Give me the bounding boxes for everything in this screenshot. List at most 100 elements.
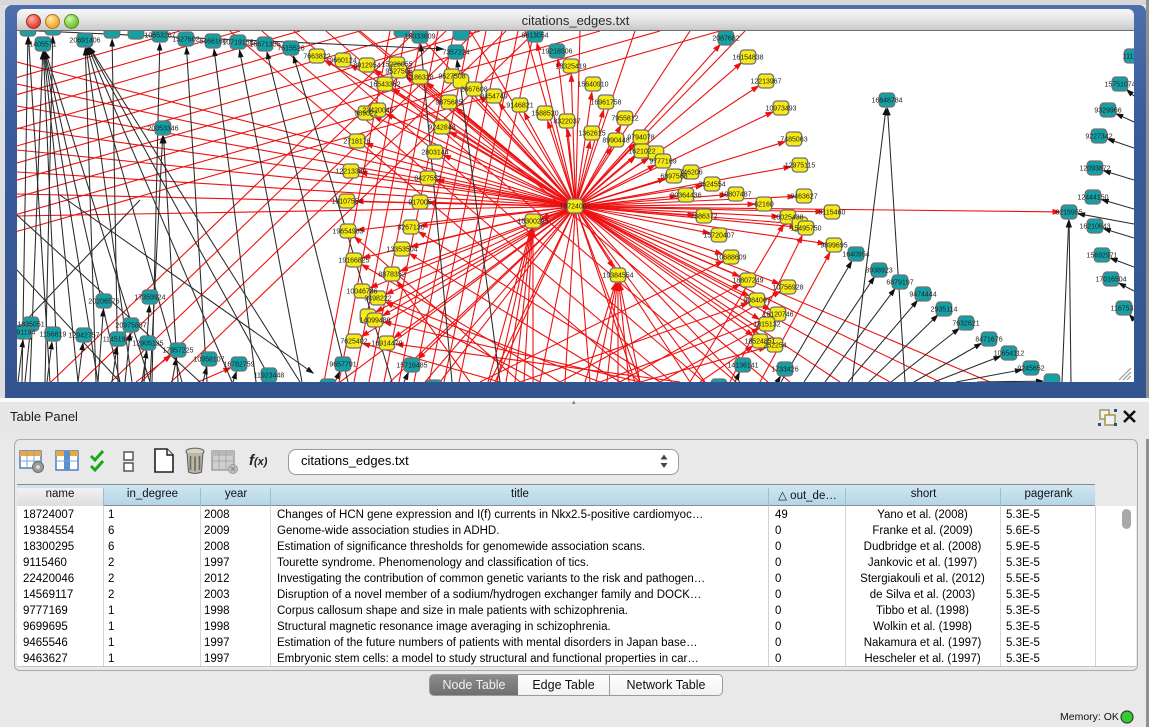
svg-text:2867608: 2867608 [460,87,487,94]
svg-text:1621022: 1621022 [628,149,655,156]
svg-text:7955812: 7955812 [611,116,638,123]
svg-text:16671355: 16671355 [249,42,280,49]
svg-text:1405571: 1405571 [29,42,56,49]
svg-text:15720407: 15720407 [703,233,734,240]
svg-text:6879197: 6879197 [886,280,913,287]
svg-text:10973493: 10973493 [765,106,796,113]
svg-text:14136141: 14136141 [727,363,758,370]
svg-text:7625402: 7625402 [340,339,367,346]
svg-text:9777169: 9777169 [649,159,676,166]
svg-text:16961758: 16961758 [590,100,621,107]
svg-text:18724007: 18724007 [559,204,590,211]
svg-text:9146821: 9146821 [506,103,533,110]
svg-text:1362615: 1362615 [578,131,605,138]
svg-text:10046786: 10046786 [346,289,377,296]
svg-text:11923448: 11923448 [254,373,285,380]
svg-text:12942757: 12942757 [68,333,99,340]
svg-text:10654112: 10654112 [994,351,1025,358]
svg-text:9794078: 9794078 [627,135,654,142]
svg-text:16914479: 16914479 [371,341,402,348]
svg-text:9084067: 9084067 [743,298,770,305]
svg-text:7632621: 7632621 [952,321,979,328]
svg-text:20206576: 20206576 [88,299,119,306]
svg-text:16648784: 16648784 [871,98,902,105]
svg-text:10756928: 10756928 [772,285,803,292]
svg-text:1640954: 1640954 [842,252,869,259]
svg-text:10025438: 10025438 [772,215,803,222]
svg-text:13353504: 13353504 [386,247,417,254]
svg-text:1527602: 1527602 [172,37,199,44]
svg-text:8186328: 8186328 [406,75,433,82]
svg-text:17359924: 17359924 [134,295,165,302]
svg-text:62160: 62160 [754,202,774,209]
svg-text:7663822: 7663822 [303,54,330,61]
svg-text:19654985: 19654985 [332,229,363,236]
svg-text:8990448: 8990448 [602,138,629,145]
svg-text:18300295: 18300295 [517,219,548,226]
svg-text:17957225: 17957225 [162,348,193,355]
svg-text:19166825: 19166825 [338,258,369,265]
svg-text:746206: 746206 [679,170,702,177]
svg-text:8427552: 8427552 [414,176,441,183]
svg-text:12975115: 12975115 [785,163,816,170]
svg-text:16210643: 16210643 [1079,224,1110,231]
svg-text:252254: 252254 [763,343,786,350]
svg-text:15751074: 15751074 [1104,82,1134,89]
svg-text:17016504: 17016504 [1095,277,1126,284]
svg-text:16782759: 16782759 [223,362,254,369]
svg-text:16543362: 16543362 [369,82,400,89]
svg-text:23420046: 23420046 [362,108,393,115]
svg-text:8215955: 8215955 [1055,210,1082,217]
svg-text:1733426: 1733426 [771,367,798,374]
svg-text:20975887: 20975887 [115,323,146,330]
svg-text:9899695: 9899695 [820,243,847,250]
svg-text:9463627: 9463627 [790,194,817,201]
svg-text:9242848: 9242848 [428,125,455,132]
svg-text:7515526: 7515526 [277,46,304,53]
svg-text:12905135: 12905135 [132,341,163,348]
svg-text:16154838: 16154838 [732,55,763,62]
svg-text:15495750: 15495750 [790,226,821,233]
svg-text:8267130: 8267130 [397,225,424,232]
svg-text:7386372: 7386372 [690,214,717,221]
svg-text:16033809: 16033809 [404,34,435,41]
svg-text:19384554: 19384554 [602,273,633,280]
svg-text:8454749: 8454749 [480,94,507,101]
svg-text:15692971: 15692971 [1086,253,1117,260]
svg-text:20691406: 20691406 [69,38,100,45]
svg-text:8813054: 8813054 [521,33,548,40]
svg-text:917005: 917005 [408,200,431,207]
svg-text:8912954: 8912954 [353,63,380,70]
svg-text:9115460: 9115460 [819,210,846,217]
svg-text:1588520: 1588520 [531,111,558,118]
svg-text:15226055: 15226055 [381,62,412,69]
svg-text:13325419: 13325419 [555,64,586,71]
svg-text:1167533: 1167533 [1111,306,1134,313]
svg-text:11451947: 11451947 [103,337,134,344]
svg-text:8938923: 8938923 [865,268,892,275]
svg-text:18807249: 18807249 [732,278,763,285]
svg-text:12213389: 12213389 [335,169,366,176]
svg-text:8471676: 8471676 [975,337,1002,344]
svg-text:3498222: 3498222 [364,296,391,303]
svg-text:1835051: 1835051 [17,322,44,329]
svg-text:2718176: 2718176 [343,139,370,146]
svg-text:9527508: 9527508 [438,74,465,81]
svg-text:15716485: 15716485 [396,363,427,370]
svg-text:10107554: 10107554 [331,199,362,206]
svg-text:1156819: 1156819 [40,332,67,339]
svg-text:9875685: 9875685 [435,100,462,107]
svg-text:9657791: 9657791 [329,362,356,369]
svg-text:14099489: 14099489 [359,318,390,325]
svg-text:2935114: 2935114 [931,307,958,314]
svg-text:15640910: 15640910 [577,82,608,89]
svg-text:9245652: 9245652 [1017,366,1044,373]
svg-text:11124: 11124 [1123,54,1134,61]
svg-text:8878352: 8878352 [378,272,405,279]
svg-text:8322037: 8322037 [553,119,580,126]
svg-text:12213967: 12213967 [750,79,781,86]
svg-text:9227342: 9227342 [1085,134,1112,141]
svg-text:7357224: 7357224 [442,50,469,57]
svg-text:20053346: 20053346 [147,126,178,133]
svg-text:12444150: 12444150 [1077,195,1108,202]
